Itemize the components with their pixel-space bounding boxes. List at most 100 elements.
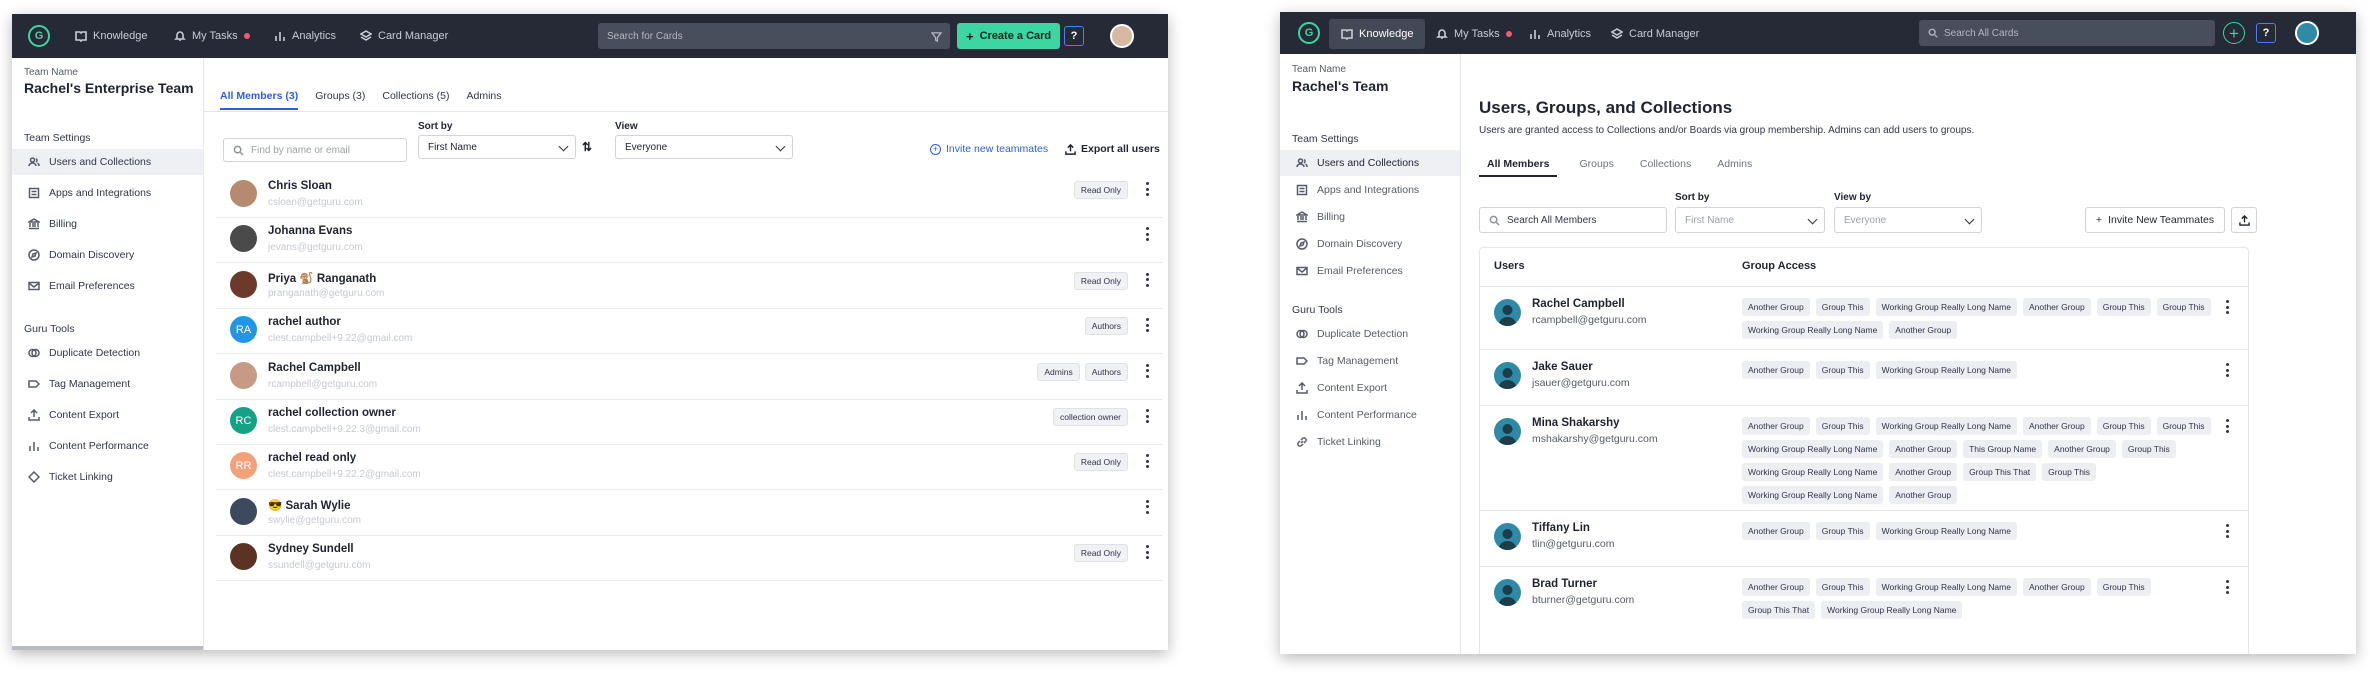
nav-my-tasks[interactable]: My Tasks <box>174 14 250 58</box>
card-search-input[interactable]: Search for Cards <box>598 23 950 49</box>
more-options-icon[interactable] <box>1142 408 1152 424</box>
view-select[interactable]: Everyone <box>615 135 793 159</box>
member-row[interactable]: RC rachel collection owner clest.campbell+… <box>216 400 1162 445</box>
group-chip[interactable]: Group This <box>2156 298 2211 316</box>
group-chip[interactable]: Group This <box>2096 298 2151 316</box>
group-chip[interactable]: Group This <box>1815 522 1870 540</box>
nav-analytics[interactable]: Analytics <box>1529 12 1591 56</box>
nav-card-manager[interactable]: Card Manager <box>360 14 448 58</box>
member-row[interactable]: Rachel Campbell rcampbell@getguru.com Admi… <box>216 355 1162 400</box>
more-options-icon[interactable] <box>1142 317 1152 333</box>
tab-admins[interactable]: Admins <box>1707 158 1760 177</box>
sidebar-item-ticket-linking[interactable]: Ticket Linking <box>1280 429 1460 455</box>
nav-analytics[interactable]: Analytics <box>274 14 336 58</box>
invite-teammates-button[interactable]: + Invite New Teammates <box>2085 207 2225 233</box>
member-row[interactable]: RR rachel read only clest.campbell+9.22.2@… <box>216 445 1162 491</box>
group-chip[interactable]: Another Group <box>1889 321 1958 339</box>
group-chip[interactable]: Group This <box>1815 298 1870 316</box>
table-row[interactable]: Tiffany Lin tlin@getguru.com Another Group… <box>1480 510 2248 566</box>
group-chip[interactable]: Working Group Really Long Name <box>1875 522 2017 540</box>
sidebar-item-apps-and-integrations[interactable]: Apps and Integrations <box>12 180 203 206</box>
sidebar-item-ticket-linking[interactable]: Ticket Linking <box>12 464 203 490</box>
sidebar-item-domain-discovery[interactable]: Domain Discovery <box>1280 231 1460 257</box>
create-card-button[interactable]: + Create a Card <box>957 23 1061 49</box>
more-options-icon[interactable] <box>1142 499 1152 515</box>
more-options-icon[interactable] <box>1142 363 1152 379</box>
help-button[interactable]: ? <box>2256 23 2276 43</box>
group-chip[interactable]: Group This <box>2042 463 2097 481</box>
member-row[interactable]: Chris Sloan csloan@getguru.com Read Only <box>216 173 1162 218</box>
sidebar-item-content-performance[interactable]: Content Performance <box>1280 402 1460 428</box>
tab-collections[interactable]: Collections (5) <box>382 90 449 110</box>
member-row[interactable]: RA rachel author clest.campbell+9.22@gmail… <box>216 309 1162 355</box>
group-chip[interactable]: Working Group Really Long Name <box>1875 298 2017 316</box>
sidebar-item-email-preferences[interactable]: Email Preferences <box>12 273 203 299</box>
more-options-icon[interactable] <box>1142 453 1152 469</box>
sidebar-item-users-and-collections[interactable]: Users and Collections <box>12 149 203 175</box>
table-row[interactable]: Brad Turner bturner@getguru.com Another Gr… <box>1480 566 2248 654</box>
group-chip[interactable]: Another Group <box>2022 298 2091 316</box>
group-chip[interactable]: Working Group Really Long Name <box>1742 440 1884 458</box>
group-chip[interactable]: Another Group <box>2022 578 2091 596</box>
sidebar-item-billing[interactable]: Billing <box>1280 204 1460 230</box>
more-options-icon[interactable] <box>2222 418 2232 434</box>
tab-admins[interactable]: Admins <box>466 90 501 110</box>
sidebar-item-content-export[interactable]: Content Export <box>12 402 203 428</box>
tab-all-members[interactable]: All Members <box>1479 158 1558 177</box>
more-options-icon[interactable] <box>1142 272 1152 288</box>
view-select[interactable]: Everyone <box>1834 207 1982 233</box>
sidebar-item-users-and-collections[interactable]: Users and Collections <box>1280 150 1460 176</box>
sort-direction-icon[interactable]: ⇅ <box>582 140 592 154</box>
sort-select[interactable]: First Name <box>1675 207 1825 233</box>
group-chip[interactable]: Working Group Really Long Name <box>1875 417 2017 435</box>
table-row[interactable]: Mina Shakarshy mshakarshy@getguru.com Anot… <box>1480 405 2248 510</box>
sidebar-item-email-preferences[interactable]: Email Preferences <box>1280 258 1460 284</box>
export-users-button[interactable]: Export all users <box>1065 143 1160 155</box>
sidebar-scrollbar[interactable] <box>12 646 203 650</box>
group-chip[interactable]: Group This <box>2096 578 2151 596</box>
group-chip[interactable]: Working Group Really Long Name <box>1875 361 2017 379</box>
tab-all-members[interactable]: All Members (3) <box>220 90 299 110</box>
group-chip[interactable]: Another Group <box>1742 361 1810 379</box>
tab-collections[interactable]: Collections <box>1630 158 1707 177</box>
group-chip[interactable]: Group This <box>1815 417 1870 435</box>
sidebar-item-apps-and-integrations[interactable]: Apps and Integrations <box>1280 177 1460 203</box>
sidebar-item-tag-management[interactable]: Tag Management <box>1280 348 1460 374</box>
more-options-icon[interactable] <box>1142 544 1152 560</box>
group-chip[interactable]: Group This That <box>1742 601 1816 619</box>
group-chip[interactable]: Working Group Really Long Name <box>1742 486 1884 504</box>
sidebar-item-duplicate-detection[interactable]: Duplicate Detection <box>1280 321 1460 347</box>
group-chip[interactable]: Working Group Really Long Name <box>1742 463 1884 481</box>
sidebar-item-duplicate-detection[interactable]: Duplicate Detection <box>12 340 203 366</box>
guru-logo-icon[interactable]: G <box>28 25 50 47</box>
more-options-icon[interactable] <box>1142 226 1152 242</box>
member-row[interactable]: Johanna Evans jevans@getguru.com <box>216 218 1162 264</box>
group-chip[interactable]: This Group Name <box>1963 440 2043 458</box>
user-avatar[interactable] <box>1110 24 1134 48</box>
group-chip[interactable]: Group This <box>1815 361 1870 379</box>
group-chip[interactable]: Group This <box>1815 578 1870 596</box>
group-chip[interactable]: Another Group <box>1889 463 1958 481</box>
invite-teammates-link[interactable]: + Invite new teammates <box>930 143 1048 155</box>
nav-knowledge[interactable]: Knowledge <box>1329 19 1426 49</box>
member-row[interactable]: Sydney Sundell ssundell@getguru.com Read O… <box>216 536 1162 582</box>
group-chip[interactable]: Group This That <box>1963 463 2037 481</box>
search-members-input[interactable]: Search All Members <box>1479 207 1667 233</box>
group-chip[interactable]: Another Group <box>1742 522 1810 540</box>
group-chip[interactable]: Group This <box>2156 417 2211 435</box>
group-chip[interactable]: Another Group <box>1889 486 1958 504</box>
help-button[interactable]: ? <box>1064 26 1084 46</box>
more-options-icon[interactable] <box>2222 299 2232 315</box>
group-chip[interactable]: Another Group <box>2022 417 2091 435</box>
card-search-input[interactable]: Search All Cards <box>1919 20 2215 46</box>
more-options-icon[interactable] <box>2222 362 2232 378</box>
sidebar-item-content-performance[interactable]: Content Performance <box>12 433 203 459</box>
export-button[interactable] <box>2231 207 2257 233</box>
group-chip[interactable]: Another Group <box>1742 578 1810 596</box>
add-button[interactable]: + <box>2223 22 2245 44</box>
group-chip[interactable]: Working Group Really Long Name <box>1821 601 1963 619</box>
member-row[interactable]: Priya 🐒 Ranganath pranganath@getguru.com R… <box>216 264 1162 309</box>
member-row[interactable]: 😎 Sarah Wylie swylie@getguru.com <box>216 491 1162 536</box>
group-chip[interactable]: Working Group Really Long Name <box>1742 321 1884 339</box>
guru-logo-icon[interactable]: G <box>1298 22 1320 44</box>
